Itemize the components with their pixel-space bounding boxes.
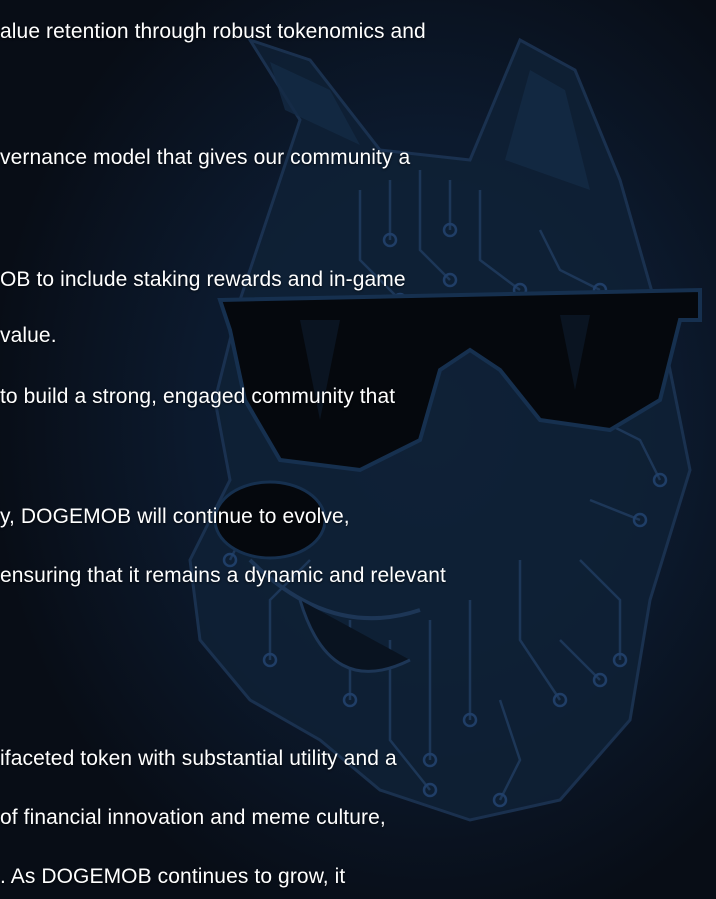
paragraph-line: y, DOGEMOB will continue to evolve, (0, 505, 350, 528)
page-background: alue retention through robust tokenomics… (0, 0, 716, 899)
paragraph-line: of financial innovation and meme culture… (0, 806, 386, 829)
paragraph-line: ensuring that it remains a dynamic and r… (0, 564, 446, 587)
paragraph-line: vernance model that gives our community … (0, 146, 411, 169)
paragraph-line: to build a strong, engaged community tha… (0, 385, 396, 408)
paragraph-line: OB to include staking rewards and in-gam… (0, 268, 406, 291)
paragraph-line: value. (0, 324, 57, 347)
paragraph-line: alue retention through robust tokenomics… (0, 20, 426, 43)
paragraph-line: . As DOGEMOB continues to grow, it (0, 865, 346, 888)
paragraph-line: ifaceted token with substantial utility … (0, 747, 397, 770)
